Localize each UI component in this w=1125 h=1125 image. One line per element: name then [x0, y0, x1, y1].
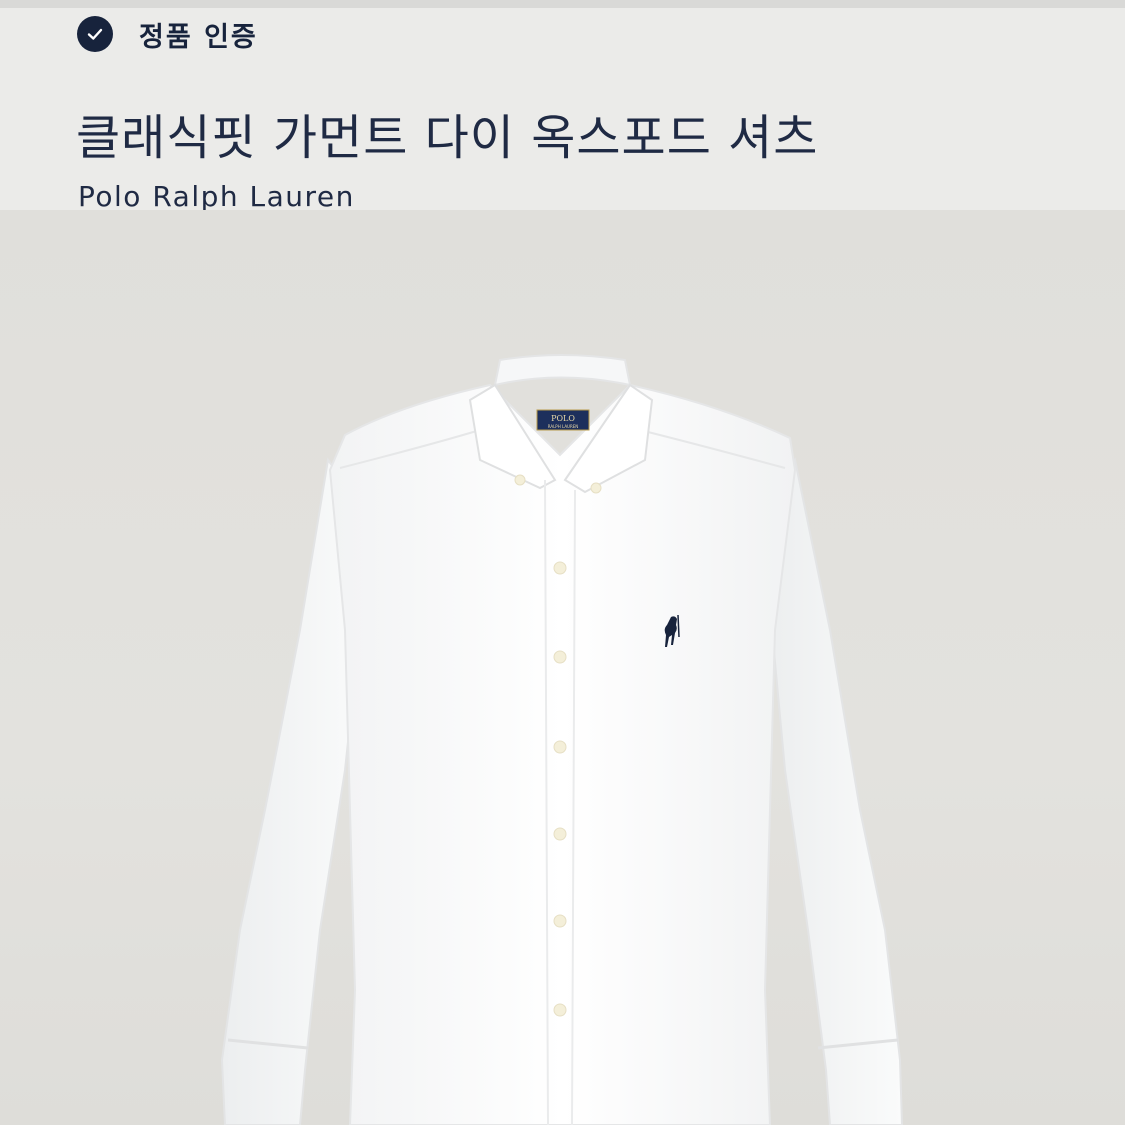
product-page: 정품 인증 클래식핏 가먼트 다이 옥스포드 셔츠 Polo Ralph Lau… [0, 0, 1125, 1125]
product-image[interactable]: POLO RALPH LAUREN [0, 210, 1125, 1125]
check-circle-icon [77, 16, 113, 52]
svg-text:RALPH LAUREN: RALPH LAUREN [548, 424, 579, 429]
product-header: 정품 인증 클래식핏 가먼트 다이 옥스포드 셔츠 Polo Ralph Lau… [0, 0, 1125, 213]
authenticity-badge-row: 정품 인증 [77, 14, 258, 54]
brand-name[interactable]: Polo Ralph Lauren [78, 180, 355, 213]
shirt-illustration: POLO RALPH LAUREN [220, 354, 904, 1125]
authenticity-label: 정품 인증 [139, 21, 258, 53]
svg-text:POLO: POLO [551, 414, 575, 423]
product-title: 클래식핏 가먼트 다이 옥스포드 셔츠 [76, 110, 819, 166]
